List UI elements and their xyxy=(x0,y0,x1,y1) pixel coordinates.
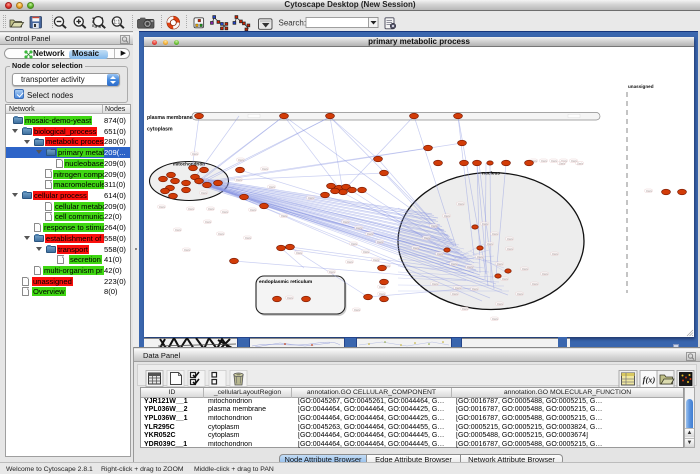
svg-text:Oxxlx: Oxxlx xyxy=(542,273,549,276)
svg-text:Oxxlx: Oxxlx xyxy=(482,223,489,226)
svg-text:Oxxlx: Oxxlx xyxy=(492,318,499,321)
svg-text:Oxxlx: Oxxlx xyxy=(281,215,288,218)
svg-text:endoplasmic reticulum: endoplasmic reticulum xyxy=(259,279,313,285)
svg-text:Oxxlx: Oxxlx xyxy=(437,253,444,256)
svg-text:Oxxlx: Oxxlx xyxy=(245,237,252,240)
svg-text:Oxxlx: Oxxlx xyxy=(497,263,504,266)
svg-text:Oxxlx: Oxxlx xyxy=(444,215,451,218)
svg-text:plasma membrane: plasma membrane xyxy=(147,115,193,121)
svg-text:Oxxlx: Oxxlx xyxy=(452,293,459,296)
svg-text:Oxxlx: Oxxlx xyxy=(467,266,474,269)
svg-text:Oxxlx: Oxxlx xyxy=(287,297,294,300)
svg-text:Oxxlx: Oxxlx xyxy=(373,259,380,262)
svg-text:Oxxlx: Oxxlx xyxy=(492,233,499,236)
svg-text:Oxxlx: Oxxlx xyxy=(551,160,558,163)
svg-text:Oxxlx: Oxxlx xyxy=(222,211,229,214)
svg-text:Oxxlx: Oxxlx xyxy=(379,293,386,296)
svg-text:mitochondrion: mitochondrion xyxy=(173,162,205,167)
svg-text:Oxxlx: Oxxlx xyxy=(343,221,350,224)
svg-text:Oxxlx: Oxxlx xyxy=(517,293,524,296)
svg-text:Oxxlx: Oxxlx xyxy=(431,225,438,228)
svg-text:Oxxlx: Oxxlx xyxy=(497,303,504,306)
svg-text:unassigned: unassigned xyxy=(628,84,654,89)
svg-text:Oxxlx: Oxxlx xyxy=(507,238,514,241)
svg-text:Oxxlx: Oxxlx xyxy=(432,283,439,286)
svg-text:Oxxlx: Oxxlx xyxy=(347,261,354,264)
svg-text:Oxxlx: Oxxlx xyxy=(377,241,384,244)
svg-text:Oxxlx: Oxxlx xyxy=(329,271,336,274)
svg-text:Oxxlx: Oxxlx xyxy=(188,208,195,211)
svg-text:Oxxlx: Oxxlx xyxy=(462,308,469,311)
svg-text:Oxxlx: Oxxlx xyxy=(262,168,269,171)
svg-text:nucleus: nucleus xyxy=(482,171,500,177)
svg-text:Oxxlx: Oxxlx xyxy=(458,203,465,206)
svg-text:Oxxlx: Oxxlx xyxy=(192,153,199,156)
svg-text:Oxxlx: Oxxlx xyxy=(356,227,363,230)
svg-text:Oxxlx: Oxxlx xyxy=(218,233,225,236)
svg-text:Oxxlx: Oxxlx xyxy=(451,263,458,266)
svg-text:Oxxlx: Oxxlx xyxy=(472,288,479,291)
svg-text:Oxxlx: Oxxlx xyxy=(455,287,462,290)
svg-text:Oxxlx: Oxxlx xyxy=(269,186,276,189)
svg-text:Oxxlx: Oxxlx xyxy=(424,237,431,240)
svg-text:Oxxlx: Oxxlx xyxy=(296,252,303,255)
svg-text:Oxxlx: Oxxlx xyxy=(250,209,257,212)
svg-text:Oxxlx: Oxxlx xyxy=(559,163,566,166)
svg-text:Oxxlx: Oxxlx xyxy=(201,192,208,195)
svg-text:Oxxlx: Oxxlx xyxy=(175,229,182,232)
svg-text:Oxxlx: Oxxlx xyxy=(205,221,212,224)
svg-text:Oxxlx: Oxxlx xyxy=(413,247,420,250)
svg-text:cytoplasm: cytoplasm xyxy=(147,127,173,133)
svg-text:1:1: 1:1 xyxy=(113,20,120,26)
svg-text:Oxxlx: Oxxlx xyxy=(502,278,509,281)
svg-text:Oxxlx: Oxxlx xyxy=(367,233,374,236)
svg-text:Oxxlx: Oxxlx xyxy=(577,163,584,166)
svg-text:Oxxlx: Oxxlx xyxy=(541,160,548,163)
svg-text:Oxxlx: Oxxlx xyxy=(236,179,243,182)
svg-text:Oxxlx: Oxxlx xyxy=(532,283,539,286)
svg-text:Oxxlx: Oxxlx xyxy=(522,268,529,271)
svg-text:Oxxlx: Oxxlx xyxy=(507,248,514,251)
svg-text:Oxxlx: Oxxlx xyxy=(487,243,494,246)
svg-text:Oxxlx: Oxxlx xyxy=(351,243,358,246)
svg-text:f(x): f(x) xyxy=(643,375,656,385)
svg-text:Oxxlx: Oxxlx xyxy=(379,286,386,289)
svg-text:Oxxlx: Oxxlx xyxy=(238,159,245,162)
svg-text:Search:: Search: xyxy=(279,18,307,27)
svg-text:Oxxlx: Oxxlx xyxy=(308,197,315,200)
svg-text:Oxxlx: Oxxlx xyxy=(159,206,166,209)
svg-text:Oxxlx: Oxxlx xyxy=(646,190,653,193)
svg-text:Oxxlx: Oxxlx xyxy=(184,249,191,252)
svg-text:Oxxlx: Oxxlx xyxy=(363,251,370,254)
svg-text:Oxxlx: Oxxlx xyxy=(477,256,484,259)
svg-text:Oxxlx: Oxxlx xyxy=(208,208,215,211)
svg-text:Oxxlx: Oxxlx xyxy=(552,253,559,256)
svg-text:Oxxlx: Oxxlx xyxy=(354,309,361,312)
